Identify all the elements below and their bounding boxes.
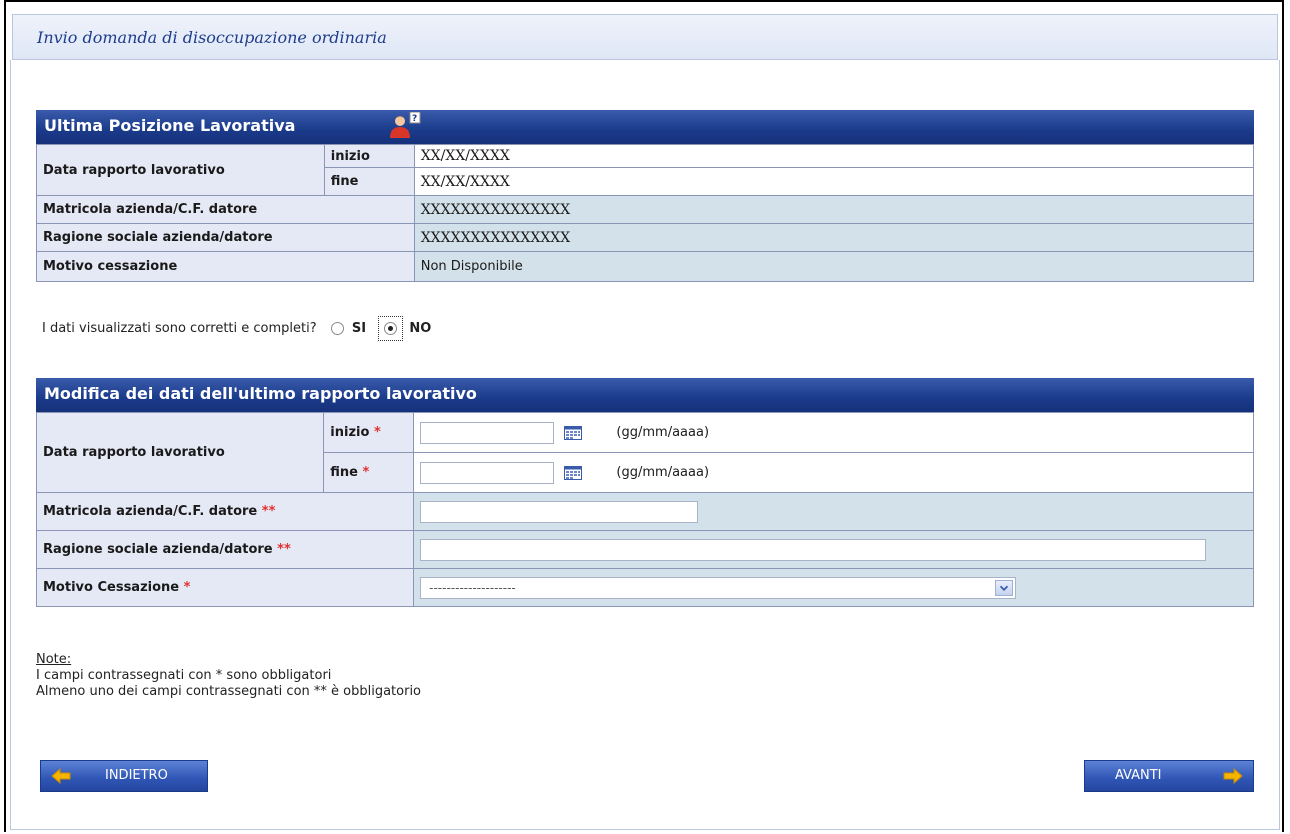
fine-field-cell: (gg/mm/aaaa)	[413, 452, 1254, 493]
motivo-label: Motivo cessazione	[36, 251, 415, 282]
fine-date-input[interactable]	[420, 461, 555, 484]
ragione-label: Ragione sociale azienda/datore	[36, 223, 415, 252]
avanti-button[interactable]: AVANTI	[1084, 760, 1254, 792]
radio-no-label: NO	[409, 321, 432, 336]
inizio-date-input[interactable]	[420, 421, 555, 444]
fine-value: XX/XX/XXXX	[413, 167, 1255, 196]
matricola-label-cell: Matricola azienda/C.F. datore **	[35, 492, 415, 531]
section-modifica-header: Modifica dei dati dell'ultimo rapporto l…	[36, 378, 1254, 412]
radio-si-label: SI	[351, 321, 367, 336]
inizio-field-cell: (gg/mm/aaaa)	[413, 412, 1254, 453]
fine-label: fine	[330, 465, 358, 480]
matricola-label: Matricola azienda/C.F. datore	[43, 504, 258, 519]
matricola-value: XXXXXXXXXXXXXXX	[413, 195, 1255, 224]
inizio-label-cell: inizio *	[323, 412, 415, 453]
date-format-hint: (gg/mm/aaaa)	[616, 425, 710, 440]
indietro-button[interactable]: INDIETRO	[40, 760, 208, 792]
motivo-label: Motivo Cessazione	[43, 580, 180, 595]
radio-no[interactable]	[384, 322, 398, 335]
notes-title: Note:	[36, 652, 72, 667]
notes-line-1: I campi contrassegnati con * sono obblig…	[36, 668, 332, 683]
page-header: Invio domanda di disoccupazione ordinari…	[12, 14, 1278, 60]
inizio-value: XX/XX/XXXX	[413, 144, 1255, 168]
ragione-value: XXXXXXXXXXXXXXX	[413, 223, 1255, 252]
date-format-hint: (gg/mm/aaaa)	[616, 465, 710, 480]
indietro-label: INDIETRO	[105, 768, 168, 783]
section-ultima-posizione-header: Ultima Posizione Lavorativa ?	[36, 110, 1254, 144]
ultima-posizione-table: Data rapporto lavorativo inizio XX/XX/XX…	[36, 144, 1255, 282]
radio-si[interactable]	[330, 322, 344, 335]
ragione-label: Ragione sociale azienda/datore	[43, 542, 273, 557]
inizio-label: inizio	[323, 144, 415, 168]
matricola-label: Matricola azienda/C.F. datore	[36, 195, 415, 224]
motivo-label-cell: Motivo Cessazione *	[35, 568, 415, 607]
arrow-right-icon	[1223, 768, 1243, 784]
modifica-table: Data rapporto lavorativo inizio * (gg/mm…	[35, 412, 1254, 607]
inizio-label: inizio	[330, 425, 370, 440]
required-star: *	[183, 580, 191, 595]
fine-label: fine	[323, 167, 415, 196]
ragione-input[interactable]	[420, 538, 1207, 561]
notes-line-2: Almeno uno dei campi contrassegnati con …	[36, 684, 422, 699]
avanti-label: AVANTI	[1115, 768, 1162, 783]
radio-no-focus	[378, 316, 404, 341]
matricola-input[interactable]	[420, 500, 699, 523]
calendar-icon[interactable]	[564, 465, 583, 480]
question-text: I dati visualizzati sono corretti e comp…	[42, 321, 317, 336]
ragione-label-cell: Ragione sociale azienda/datore **	[35, 530, 415, 569]
section-title: Modifica dei dati dell'ultimo rapporto l…	[44, 384, 477, 403]
optional-star: **	[261, 504, 276, 519]
user-help-icon[interactable]: ?	[386, 112, 422, 138]
notes: Note: I campi contrassegnati con * sono …	[36, 652, 421, 700]
conferma-dati-question: I dati visualizzati sono corretti e comp…	[42, 316, 431, 341]
optional-star: **	[277, 542, 291, 557]
section-title: Ultima Posizione Lavorativa	[44, 116, 296, 135]
arrow-left-icon	[51, 768, 71, 784]
data-rapporto-label: Data rapporto lavorativo	[35, 412, 325, 493]
required-star: *	[373, 425, 381, 440]
required-star: *	[362, 465, 370, 480]
motivo-field-cell: --------------------	[413, 568, 1254, 607]
motivo-cessazione-select[interactable]: --------------------	[420, 576, 1017, 599]
page-title: Invio domanda di disoccupazione ordinari…	[37, 28, 387, 47]
svg-text:?: ?	[412, 114, 417, 124]
motivo-value: Non Disponibile	[413, 251, 1255, 282]
chevron-down-icon[interactable]	[995, 579, 1014, 596]
data-rapporto-label: Data rapporto lavorativo	[36, 144, 325, 196]
calendar-icon[interactable]	[564, 425, 583, 440]
ragione-field-cell	[413, 530, 1254, 569]
select-value: --------------------	[429, 580, 516, 595]
matricola-field-cell	[413, 492, 1254, 531]
fine-label-cell: fine *	[323, 452, 415, 493]
